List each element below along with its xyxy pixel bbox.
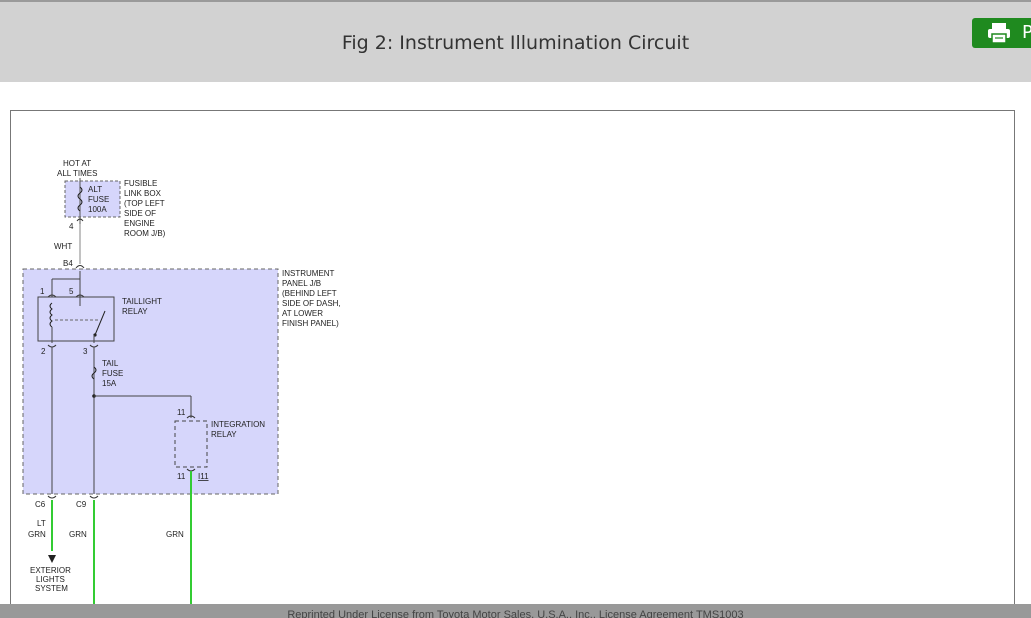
taillight-relay-label-1: TAILLIGHT — [122, 297, 162, 306]
hot-label-1: HOT AT — [63, 159, 91, 168]
print-button-label: P — [1022, 22, 1031, 43]
pin-11-top-label: 11 — [177, 408, 186, 417]
b4-label: B4 — [63, 259, 73, 268]
tail-fuse-label-1: TAIL — [102, 359, 119, 368]
fusible-box-label-6: ROOM J/B) — [124, 229, 166, 238]
fusible-box-label-4: SIDE OF — [124, 209, 156, 218]
ip-jb-label-1: INSTRUMENT — [282, 269, 335, 278]
wht-label: WHT — [54, 242, 72, 251]
c9-label: C9 — [76, 500, 87, 509]
tail-fuse-label-2: FUSE — [102, 369, 123, 378]
pin-11-bottom-label: 11 — [177, 472, 186, 481]
ip-jb-label-4: SIDE OF DASH, — [282, 299, 341, 308]
hot-label-2: ALL TIMES — [57, 169, 97, 178]
print-button[interactable]: P — [972, 18, 1031, 48]
integration-relay-label-1: INTEGRATION — [211, 420, 265, 429]
printer-icon — [986, 22, 1012, 49]
grn-label-lt: GRN — [28, 530, 46, 539]
taillight-relay-label-2: RELAY — [122, 307, 148, 316]
exterior-label-3: SYSTEM — [35, 584, 68, 593]
license-text: Reprinted Under License from Toyota Moto… — [287, 609, 744, 618]
i11-label: I11 — [198, 472, 209, 481]
lt-label: LT — [37, 519, 46, 528]
fusible-box-label-1: FUSIBLE — [124, 179, 157, 188]
fusible-box-label-5: ENGINE — [124, 219, 155, 228]
ip-jb-label-6: FINISH PANEL) — [282, 319, 339, 328]
integration-relay-label-2: RELAY — [211, 430, 237, 439]
fusible-box-label-3: (TOP LEFT — [124, 199, 165, 208]
page-title: Fig 2: Instrument Illumination Circuit — [341, 32, 690, 54]
ip-jb-label-3: (BEHIND LEFT — [282, 289, 337, 298]
pin-1-label: 1 — [40, 287, 45, 296]
header-bar: Fig 2: Instrument Illumination Circuit P — [0, 0, 1031, 82]
license-footer: Reprinted Under License from Toyota Moto… — [0, 604, 1031, 618]
grn-label-2: GRN — [166, 530, 184, 539]
alt-fuse-label-2: FUSE — [88, 195, 109, 204]
wiring-diagram: HOT AT ALL TIMES ALT FUSE 100A FUSIBLE L… — [22, 159, 341, 609]
pin-2-label: 2 — [41, 347, 46, 356]
integration-relay-box — [174, 420, 208, 468]
ip-jb-label-5: AT LOWER — [282, 309, 323, 318]
tail-fuse-label-3: 15A — [102, 379, 117, 388]
grn-label-1: GRN — [69, 530, 87, 539]
pin-3-label: 3 — [83, 347, 88, 356]
c6-label: C6 — [35, 500, 46, 509]
fusible-box-label-2: LINK BOX — [124, 189, 162, 198]
alt-fuse-label-3: 100A — [88, 205, 107, 214]
pin-4-label: 4 — [69, 222, 74, 231]
diagram-frame: HOT AT ALL TIMES ALT FUSE 100A FUSIBLE L… — [10, 110, 1015, 610]
pin-5-label: 5 — [69, 287, 74, 296]
ip-jb-label-2: PANEL J/B — [282, 279, 321, 288]
alt-fuse-label-1: ALT — [88, 185, 102, 194]
exterior-label-2: LIGHTS — [36, 575, 65, 584]
exterior-arrow — [48, 555, 56, 563]
exterior-label-1: EXTERIOR — [30, 566, 71, 575]
